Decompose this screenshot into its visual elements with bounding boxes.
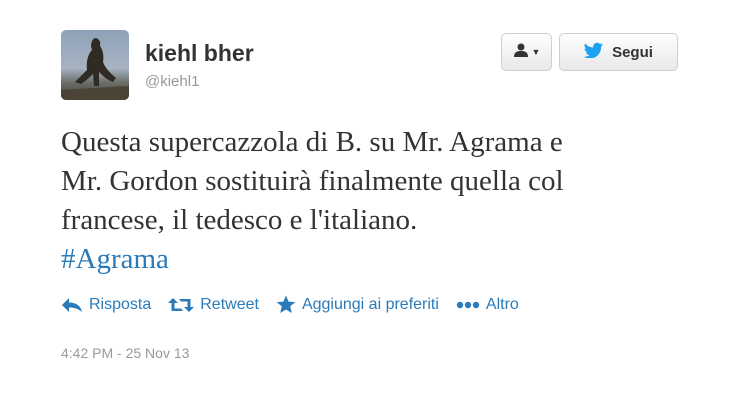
- tweet-actions: Risposta Retweet Aggiungi ai preferiti A…: [61, 295, 536, 314]
- reply-label: Risposta: [89, 295, 152, 313]
- more-label: Altro: [485, 295, 519, 313]
- hashtag-link[interactable]: #Agrama: [61, 240, 711, 279]
- avatar-image: [61, 38, 129, 100]
- ellipsis-icon: [456, 301, 480, 309]
- retweet-label: Retweet: [200, 295, 259, 313]
- reply-icon: [61, 297, 83, 313]
- tweet-timestamp[interactable]: 4:42 PM - 25 Nov 13: [61, 345, 189, 361]
- chevron-down-icon: ▼: [531, 47, 541, 57]
- tweet-line: Mr. Gordon sostituirà finalmente quella …: [61, 165, 564, 197]
- favorite-button[interactable]: Aggiungi ai preferiti: [276, 295, 439, 314]
- tweet-line: Questa supercazzola di B. su Mr. Agrama …: [61, 126, 563, 158]
- tweet-line: francese, il tedesco e l'italiano.: [61, 204, 418, 236]
- tweet-text: Questa supercazzola di B. su Mr. Agrama …: [61, 123, 711, 279]
- reply-button[interactable]: Risposta: [61, 296, 151, 314]
- retweet-button[interactable]: Retweet: [168, 296, 259, 314]
- star-icon: [276, 295, 296, 314]
- follow-label: Segui: [612, 43, 653, 61]
- user-name[interactable]: kiehl bher: [145, 40, 254, 67]
- follow-button[interactable]: Segui: [559, 33, 678, 71]
- user-icon: [513, 43, 529, 62]
- twitter-bird-icon: [583, 42, 604, 63]
- more-button[interactable]: Altro: [456, 296, 519, 314]
- user-menu-button[interactable]: ▼: [501, 33, 552, 71]
- avatar[interactable]: [61, 30, 129, 100]
- screen-name[interactable]: @kiehl1: [145, 73, 199, 90]
- favorite-label: Aggiungi ai preferiti: [301, 295, 439, 313]
- tweet-card: kiehl bher @kiehl1 ▼ Segui Questa superc…: [0, 0, 735, 403]
- retweet-icon: [168, 297, 195, 313]
